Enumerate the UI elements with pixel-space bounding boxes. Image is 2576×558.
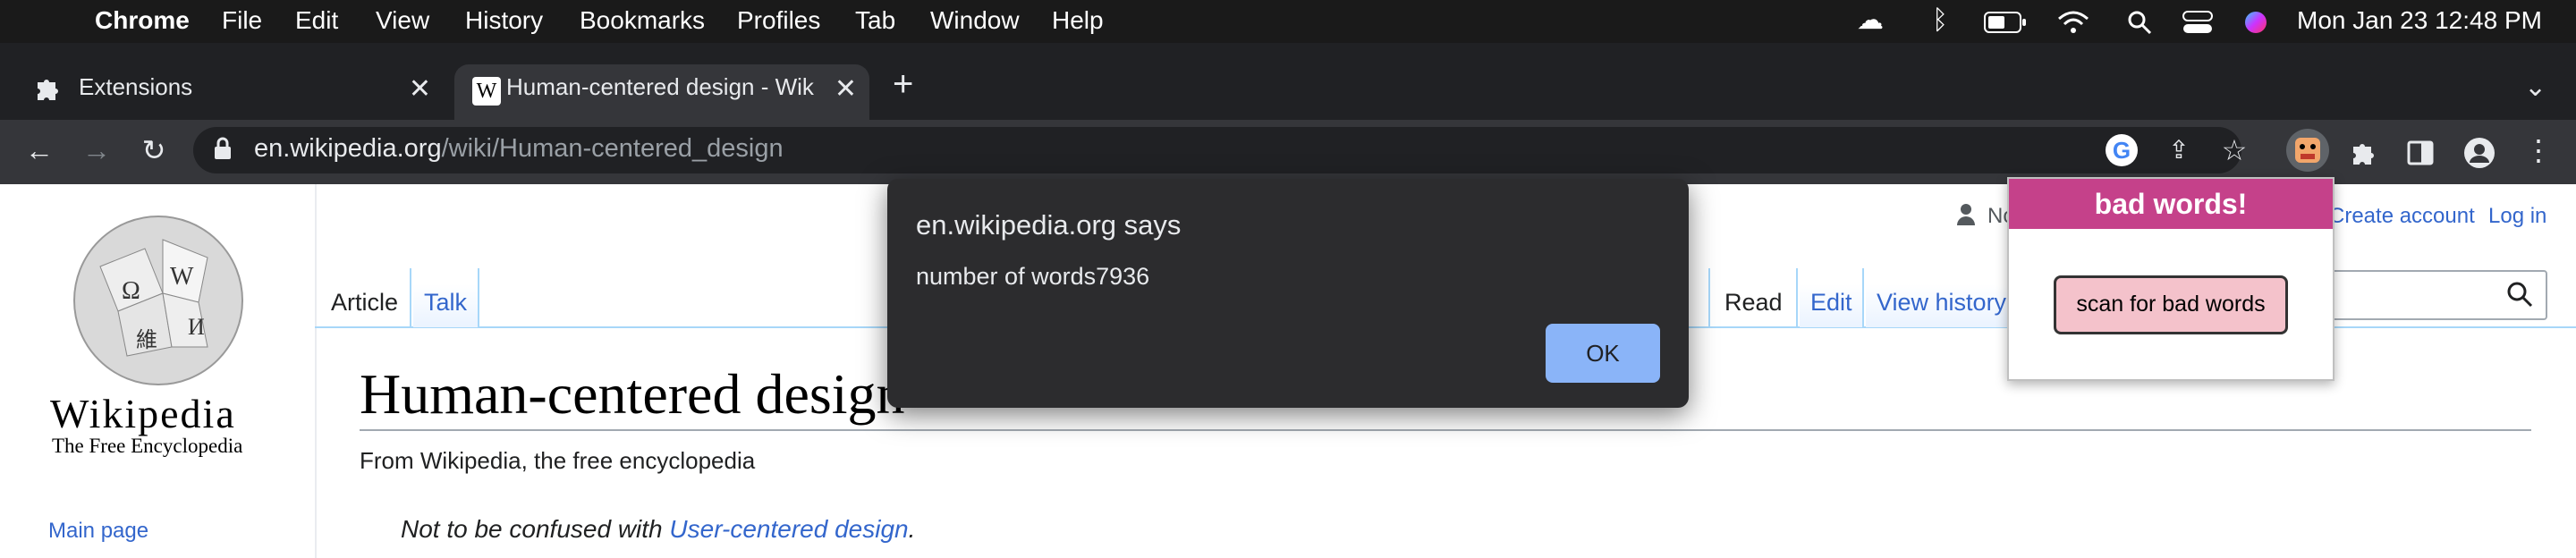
wifi-icon[interactable] bbox=[2057, 0, 2089, 43]
tab-title: Human-centered design - Wiki bbox=[506, 73, 814, 100]
from-wikipedia-tagline: From Wikipedia, the free encyclopedia bbox=[360, 447, 756, 474]
url-text[interactable]: en.wikipedia.org/wiki/Human-centered_des… bbox=[254, 134, 784, 164]
tab-search-chevron-icon[interactable]: ⌄ bbox=[2524, 72, 2546, 103]
popup-title: bad words! bbox=[2009, 179, 2333, 229]
create-account-link[interactable]: Create account bbox=[2329, 204, 2475, 229]
menu-bookmarks[interactable]: Bookmarks bbox=[580, 0, 705, 43]
alert-title: en.wikipedia.org says bbox=[916, 209, 1182, 241]
page-title: Human-centered design bbox=[360, 362, 905, 426]
tab-talk[interactable]: Talk bbox=[413, 284, 479, 327]
svg-text:Ω: Ω bbox=[122, 277, 140, 305]
google-lens-icon[interactable]: G bbox=[2106, 134, 2138, 166]
tab-separator bbox=[1796, 268, 1798, 327]
alert-ok-button[interactable]: OK bbox=[1546, 324, 1660, 383]
puzzle-icon bbox=[34, 75, 61, 108]
alert-message: number of words7936 bbox=[916, 263, 1150, 290]
profile-avatar-icon[interactable] bbox=[2458, 129, 2501, 172]
extension-popup: bad words! scan for bad words bbox=[2007, 177, 2334, 381]
address-bar[interactable]: en.wikipedia.org/wiki/Human-centered_des… bbox=[193, 127, 2247, 173]
tab-edit[interactable]: Edit bbox=[1800, 284, 1863, 327]
bluetooth-icon[interactable]: ᛒ bbox=[1932, 0, 1948, 43]
battery-icon[interactable] bbox=[1984, 0, 2027, 43]
tab-separator bbox=[1708, 268, 1710, 327]
wikipedia-w-icon: W bbox=[472, 77, 501, 106]
control-center-icon[interactable] bbox=[2182, 0, 2213, 43]
svg-text:W: W bbox=[170, 263, 194, 291]
sidebar-divider bbox=[315, 184, 317, 558]
creative-cloud-icon[interactable]: ☁ bbox=[1857, 0, 1884, 43]
bookmark-star-icon[interactable]: ☆ bbox=[2213, 129, 2256, 172]
reload-icon[interactable]: ↻ bbox=[132, 129, 175, 172]
menu-file[interactable]: File bbox=[222, 0, 262, 43]
share-icon[interactable]: ⇪ bbox=[2157, 129, 2200, 172]
tab-read[interactable]: Read bbox=[1714, 284, 1793, 327]
macos-menu-bar: Chrome File Edit View History Bookmarks … bbox=[0, 0, 2576, 43]
tab-article[interactable]: Article bbox=[320, 284, 409, 327]
forward-icon[interactable]: → bbox=[75, 129, 118, 172]
close-tab-icon[interactable]: ✕ bbox=[835, 73, 857, 105]
side-panel-icon[interactable] bbox=[2399, 129, 2442, 172]
user-icon bbox=[1955, 202, 1977, 230]
tab-separator bbox=[1862, 268, 1864, 327]
close-tab-icon[interactable]: ✕ bbox=[409, 73, 431, 105]
tab-extensions[interactable]: Extensions ✕ bbox=[14, 64, 444, 120]
tab-view-history[interactable]: View history bbox=[1866, 284, 2021, 327]
search-icon[interactable] bbox=[2506, 281, 2533, 312]
extensions-puzzle-icon[interactable] bbox=[2342, 129, 2385, 172]
wiki-search-input[interactable] bbox=[2311, 270, 2547, 320]
menu-window[interactable]: Window bbox=[930, 0, 1020, 43]
menu-edit[interactable]: Edit bbox=[295, 0, 338, 43]
wikipedia-tagline: The Free Encyclopedia bbox=[52, 435, 243, 457]
menu-profiles[interactable]: Profiles bbox=[737, 0, 820, 43]
menu-clock[interactable]: Mon Jan 23 12:48 PM bbox=[2297, 0, 2542, 43]
siri-icon[interactable] bbox=[2243, 0, 2268, 43]
wikipedia-globe-logo[interactable]: Ω W И 維 bbox=[64, 213, 252, 393]
bad-words-extension-icon[interactable] bbox=[2286, 129, 2329, 172]
alert-dialog: en.wikipedia.org says number of words793… bbox=[887, 179, 1689, 408]
chrome-menu-icon[interactable]: ⋮ bbox=[2517, 129, 2560, 172]
menu-history[interactable]: History bbox=[465, 0, 543, 43]
menu-view[interactable]: View bbox=[376, 0, 429, 43]
scan-for-bad-words-button[interactable]: scan for bad words bbox=[2054, 275, 2288, 334]
menu-help[interactable]: Help bbox=[1052, 0, 1104, 43]
hatnote: Not to be confused with User-centered de… bbox=[401, 515, 916, 543]
wikipedia-wordmark[interactable]: Wikipedia bbox=[50, 390, 236, 437]
svg-text:И: И bbox=[188, 314, 205, 340]
back-icon[interactable]: ← bbox=[18, 129, 61, 172]
tab-separator bbox=[478, 268, 479, 327]
new-tab-icon[interactable]: + bbox=[893, 64, 913, 105]
menu-app-name[interactable]: Chrome bbox=[95, 0, 190, 43]
tab-separator bbox=[410, 268, 411, 327]
hatnote-link[interactable]: User-centered design bbox=[669, 515, 908, 543]
lock-icon[interactable] bbox=[213, 136, 233, 165]
spotlight-search-icon[interactable] bbox=[2127, 0, 2152, 43]
nav-main-page-link[interactable]: Main page bbox=[48, 519, 148, 544]
tab-title: Extensions bbox=[79, 73, 193, 100]
title-underline bbox=[360, 429, 2531, 431]
log-in-link[interactable]: Log in bbox=[2488, 204, 2546, 229]
tab-wikipedia[interactable]: W Human-centered design - Wiki ✕ bbox=[454, 64, 869, 120]
menu-tab[interactable]: Tab bbox=[855, 0, 895, 43]
svg-text:維: 維 bbox=[136, 328, 157, 352]
